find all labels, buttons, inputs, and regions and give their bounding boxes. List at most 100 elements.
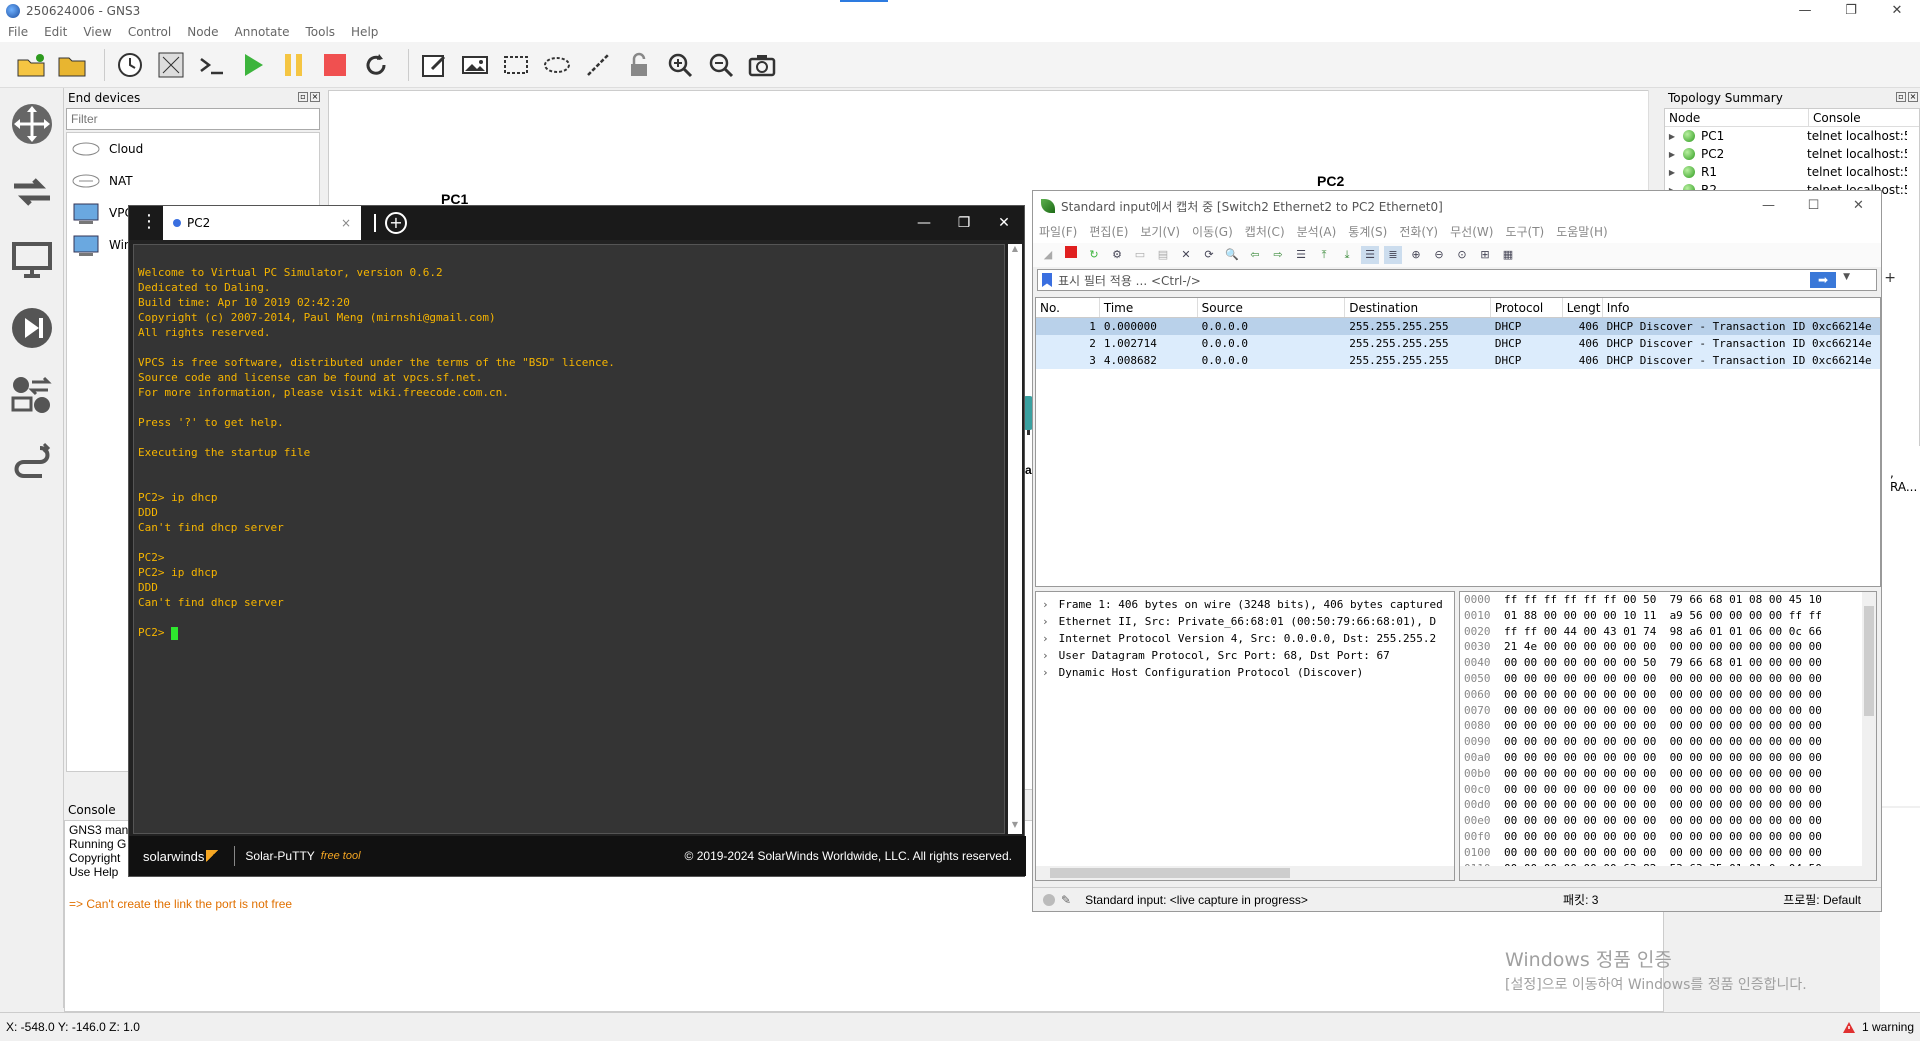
reload-all-icon[interactable]	[359, 48, 393, 82]
expand-arrow-icon[interactable]: ▶	[1665, 168, 1679, 177]
capture-options-icon[interactable]: ⚙	[1108, 246, 1126, 264]
lock-icon[interactable]	[622, 48, 656, 82]
ws-minimize-button[interactable]: —	[1746, 191, 1791, 221]
last-packet-icon[interactable]: ⤓	[1338, 246, 1356, 264]
ws-zoom-out-icon[interactable]: ⊖	[1430, 246, 1448, 264]
end-devices-icon[interactable]	[8, 236, 56, 284]
ws-close-button[interactable]: ✕	[1836, 191, 1881, 221]
zoom-out-icon[interactable]	[704, 48, 738, 82]
ws-maximize-button[interactable]: ☐	[1791, 191, 1836, 221]
list-item-cloud[interactable]: Cloud	[67, 133, 319, 165]
col-length[interactable]: Lengt	[1563, 298, 1603, 317]
reload-file-icon[interactable]: ⟳	[1200, 246, 1218, 264]
ws-menu-file[interactable]: 파일(F)	[1033, 221, 1083, 243]
filter-input[interactable]	[66, 108, 320, 130]
detail-tree-item[interactable]: Dynamic Host Configuration Protocol (Dis…	[1036, 664, 1454, 681]
detail-tree-item[interactable]: Ethernet II, Src: Private_66:68:01 (00:5…	[1036, 613, 1454, 630]
ws-menu-tools[interactable]: 도구(T)	[1499, 221, 1550, 243]
snapshot-clock-icon[interactable]	[113, 48, 147, 82]
ws-zoom-in-icon[interactable]: ⊕	[1407, 246, 1425, 264]
draw-line-icon[interactable]	[581, 48, 615, 82]
menu-tools[interactable]: Tools	[297, 22, 343, 42]
expand-arrow-icon[interactable]: ▶	[1665, 132, 1679, 141]
stop-all-icon[interactable]	[318, 48, 352, 82]
col-destination[interactable]: Destination	[1345, 298, 1491, 317]
autoscroll-icon[interactable]: ☰	[1361, 246, 1379, 264]
menu-file[interactable]: File	[0, 22, 36, 42]
draw-ellipse-icon[interactable]	[540, 48, 574, 82]
terminal-scrollbar[interactable]: ▲ ▼	[1008, 244, 1022, 834]
packet-bytes-pane[interactable]: 0000 ff ff ff ff ff ff 00 50 79 66 68 01 …	[1459, 591, 1877, 881]
hex-bytes[interactable]: 00 00 00 00 00 00 00 00 00 00 00 00 00 0…	[1504, 798, 1822, 811]
filter-bookmark-icon[interactable]	[1042, 273, 1052, 287]
dock-float-icon[interactable]: ▫	[1896, 92, 1906, 102]
ws-zoom-normal-icon[interactable]: ⊙	[1453, 246, 1471, 264]
go-to-packet-icon[interactable]: ☰	[1292, 246, 1310, 264]
hex-bytes[interactable]: 00 00 00 00 00 00 00 00 00 00 00 00 00 0…	[1504, 719, 1822, 732]
console-all-icon[interactable]	[195, 48, 229, 82]
menu-node[interactable]: Node	[179, 22, 226, 42]
switches-icon[interactable]	[8, 168, 56, 216]
apply-filter-icon[interactable]: ➡	[1810, 272, 1836, 288]
hex-bytes[interactable]: 00 00 00 00 00 00 00 00 00 00 00 00 00 0…	[1504, 830, 1822, 843]
putty-maximize-button[interactable]: ❐	[944, 206, 984, 240]
menu-annotate[interactable]: Annotate	[227, 22, 298, 42]
hex-bytes[interactable]: 00 00 00 00 00 00 00 00 00 00 00 00 00 0…	[1504, 767, 1822, 780]
dock-close-icon[interactable]: ×	[310, 92, 320, 102]
interface-labels-icon[interactable]	[154, 48, 188, 82]
hex-bytes[interactable]: 00 00 00 00 00 00 00 00 00 00 00 00 00 0…	[1504, 688, 1822, 701]
menu-help[interactable]: Help	[343, 22, 386, 42]
scroll-up-icon[interactable]: ▲	[1008, 244, 1022, 258]
hex-bytes[interactable]: 00 00 00 00 00 00 00 50 79 66 68 01 00 0…	[1504, 656, 1822, 669]
node-label-pc2[interactable]: PC2	[1317, 173, 1344, 189]
screenshot-camera-icon[interactable]	[745, 48, 779, 82]
tab-close-icon[interactable]: ×	[341, 216, 351, 230]
save-file-icon[interactable]: ▤	[1154, 246, 1172, 264]
hex-bytes[interactable]: ff ff ff ff ff ff 00 50 79 66 68 01 08 0…	[1504, 593, 1822, 606]
ws-menu-analyze[interactable]: 분석(A)	[1291, 221, 1343, 243]
topology-row[interactable]: ▶ R1 telnet localhost:5...	[1665, 163, 1919, 181]
display-filter-input[interactable]: 표시 필터 적용 ... <Ctrl-/> ➡ ▼ +	[1037, 269, 1896, 291]
dock-float-icon[interactable]: ▫	[298, 92, 308, 102]
col-time[interactable]: Time	[1100, 298, 1198, 317]
go-back-icon[interactable]: ⇦	[1246, 246, 1264, 264]
open-file-icon[interactable]: ▭	[1131, 246, 1149, 264]
ws-menu-telephony[interactable]: 전화(Y)	[1393, 221, 1444, 243]
zoom-in-icon[interactable]	[663, 48, 697, 82]
col-no[interactable]: No.	[1036, 298, 1100, 317]
first-packet-icon[interactable]: ⤒	[1315, 246, 1333, 264]
topology-row[interactable]: ▶ PC2 telnet localhost:5...	[1665, 145, 1919, 163]
hex-bytes[interactable]: 01 88 00 00 00 00 10 11 a9 56 00 00 00 0…	[1504, 609, 1822, 622]
draw-rectangle-icon[interactable]	[499, 48, 533, 82]
dock-close-icon[interactable]: ×	[1908, 92, 1918, 102]
terminal-output[interactable]: Welcome to Virtual PC Simulator, version…	[133, 244, 1005, 834]
new-session-icon[interactable]: +	[385, 212, 407, 234]
list-item-nat[interactable]: NAT	[67, 165, 319, 197]
insert-picture-icon[interactable]	[458, 48, 492, 82]
close-button[interactable]: ✕	[1874, 0, 1920, 22]
start-capture-icon[interactable]: ◢	[1039, 246, 1057, 264]
packet-row[interactable]: 3 4.008682 0.0.0.0 255.255.255.255 DHCP …	[1036, 352, 1880, 369]
hex-bytes[interactable]: 00 00 00 00 00 00 00 00 00 00 00 00 00 0…	[1504, 814, 1822, 827]
hex-bytes[interactable]: ff ff 00 44 00 43 01 74 98 a6 01 01 06 0…	[1504, 625, 1822, 638]
start-all-icon[interactable]	[236, 48, 270, 82]
col-console[interactable]: Console	[1809, 109, 1861, 126]
add-note-icon[interactable]	[417, 48, 451, 82]
putty-menu-icon[interactable]: ⋮	[135, 206, 163, 240]
ws-menu-wireless[interactable]: 무선(W)	[1444, 221, 1499, 243]
expert-info-icon[interactable]	[1043, 893, 1055, 906]
filter-dropdown-icon[interactable]: ▼	[1843, 272, 1850, 282]
putty-tab-pc2[interactable]: PC2 ×	[163, 206, 361, 240]
topology-row[interactable]: ▶ PC1 telnet localhost:5...	[1665, 127, 1919, 145]
capture-comment-icon[interactable]: ✎	[1061, 893, 1071, 907]
detail-tree-item[interactable]: Internet Protocol Version 4, Src: 0.0.0.…	[1036, 630, 1454, 647]
ws-menu-go[interactable]: 이동(G)	[1186, 221, 1239, 243]
hex-bytes[interactable]: 00 00 00 00 00 00 00 00 00 00 00 00 00 0…	[1504, 735, 1822, 748]
packet-row[interactable]: 1 0.000000 0.0.0.0 255.255.255.255 DHCP …	[1036, 318, 1880, 335]
add-link-icon[interactable]	[8, 440, 56, 488]
scroll-down-icon[interactable]: ▼	[1008, 820, 1022, 834]
profile-status[interactable]: 프로필: Default	[1783, 891, 1861, 908]
restart-capture-icon[interactable]: ↻	[1085, 246, 1103, 264]
hex-bytes[interactable]: 00 00 00 00 00 00 00 00 00 00 00 00 00 0…	[1504, 751, 1822, 764]
ws-menu-view[interactable]: 보기(V)	[1134, 221, 1186, 243]
